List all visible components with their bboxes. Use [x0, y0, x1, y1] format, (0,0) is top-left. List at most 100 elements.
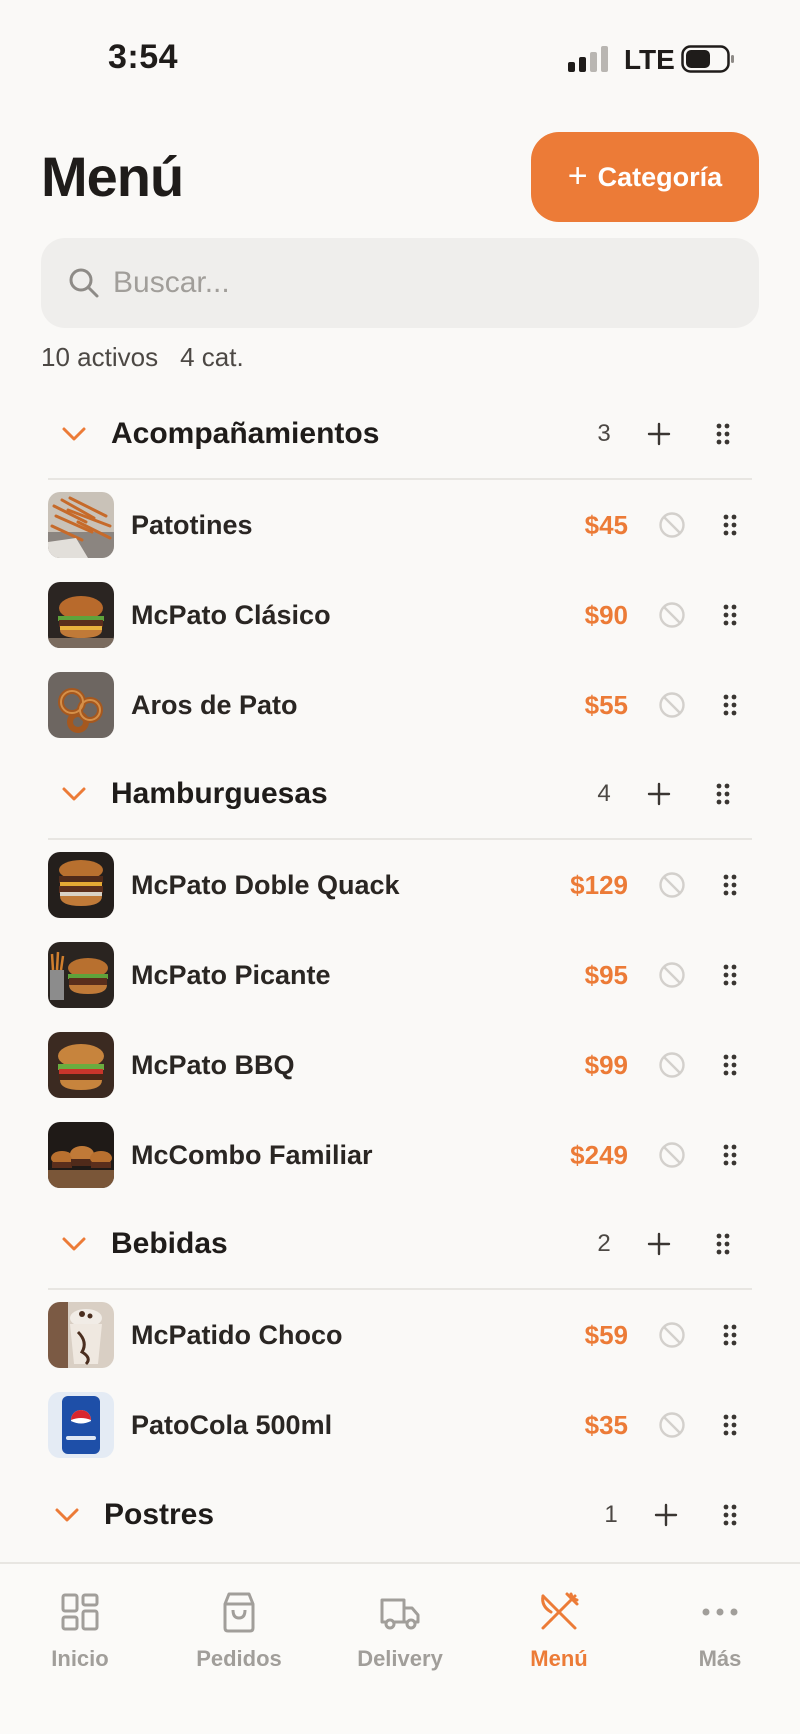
more-icon [702, 1608, 738, 1616]
active-count: 10 activos [41, 342, 159, 372]
category-item-count: 3 [597, 420, 611, 447]
add-item-button[interactable] [644, 1493, 688, 1537]
plus-icon [647, 422, 671, 446]
item-price: $129 [570, 869, 628, 900]
category-name[interactable]: Hamburguesas [111, 777, 589, 811]
tab-mas[interactable]: Más [650, 1590, 790, 1680]
chevron-down-icon[interactable] [54, 1502, 80, 1528]
grid-icon [61, 1593, 99, 1631]
category-header-acompanamientos: Acompañamientos 3 [48, 390, 752, 480]
add-category-label: Categoría [597, 161, 723, 192]
disable-item-icon[interactable] [650, 1133, 694, 1177]
menu-item-row[interactable]: McPatido Choco $59 [41, 1290, 759, 1380]
drag-handle-icon[interactable] [708, 683, 752, 727]
drag-handle-icon[interactable] [708, 1043, 752, 1087]
onion-rings-photo [48, 672, 114, 738]
truck-icon [380, 1598, 420, 1630]
tab-label: Inicio [51, 1646, 109, 1671]
menu-item-row[interactable]: Patotines $45 [41, 480, 759, 570]
category-name[interactable]: Postres [104, 1498, 596, 1532]
disable-item-icon[interactable] [650, 593, 694, 637]
add-item-button[interactable] [637, 772, 681, 816]
disable-item-icon[interactable] [650, 1403, 694, 1447]
drag-handle-icon[interactable] [708, 1403, 752, 1447]
item-name: McPato Clásico [131, 599, 331, 630]
category-item-count: 1 [604, 1501, 618, 1528]
category-count: 4 cat. [180, 342, 244, 372]
item-price: $90 [584, 599, 628, 630]
menu-summary: 10 activos 4 cat. [41, 342, 244, 373]
search-icon [69, 268, 99, 298]
bbq-burger-photo [48, 1032, 114, 1098]
search-input[interactable] [113, 238, 733, 328]
drag-handle-icon[interactable] [701, 412, 745, 456]
tab-inicio[interactable]: Inicio [10, 1590, 150, 1680]
drag-handle-icon[interactable] [708, 503, 752, 547]
signal-icon [568, 46, 610, 72]
chevron-down-icon[interactable] [61, 1231, 87, 1257]
disable-item-icon[interactable] [650, 953, 694, 997]
item-price: $35 [584, 1409, 628, 1440]
add-category-button[interactable]: + Categoría [531, 132, 759, 222]
tab-label: Menú [530, 1646, 588, 1671]
category-item-count: 2 [597, 1230, 611, 1257]
soda-can-photo [48, 1392, 114, 1458]
tab-delivery[interactable]: Delivery [330, 1590, 470, 1680]
menu-item-row[interactable]: McPato Clásico $90 [41, 570, 759, 660]
drag-handle-icon[interactable] [708, 863, 752, 907]
item-name: McPato Doble Quack [131, 869, 400, 900]
drag-handle-icon[interactable] [708, 1133, 752, 1177]
tab-label: Más [698, 1646, 742, 1671]
disable-item-icon[interactable] [650, 1043, 694, 1087]
family-combo-photo [48, 1122, 114, 1188]
tab-menu[interactable]: Menú [489, 1590, 629, 1680]
menu-item-row[interactable]: McCombo Familiar $249 [41, 1110, 759, 1200]
search-bar [41, 238, 759, 328]
disable-item-icon[interactable] [650, 1313, 694, 1357]
menu-list: Acompañamientos 3 Patotines $45 McPato C… [41, 390, 759, 1560]
item-price: $59 [584, 1319, 628, 1350]
category-header-hamburguesas: Hamburguesas 4 [48, 750, 752, 840]
menu-item-row[interactable]: PatoCola 500ml $35 [41, 1380, 759, 1470]
item-name: McPatido Choco [131, 1319, 343, 1350]
network-label: LTE [624, 44, 675, 75]
tab-pedidos[interactable]: Pedidos [169, 1590, 309, 1680]
chevron-down-icon[interactable] [61, 781, 87, 807]
item-name: McPato Picante [131, 959, 331, 990]
menu-item-row[interactable]: McPato BBQ $99 [41, 1020, 759, 1110]
drag-handle-icon[interactable] [708, 953, 752, 997]
drag-handle-icon[interactable] [708, 593, 752, 637]
drag-handle-icon[interactable] [708, 1493, 752, 1537]
add-item-button[interactable] [637, 412, 681, 456]
page-title: Menú [41, 145, 184, 208]
plus-icon [647, 782, 671, 806]
category-name[interactable]: Acompañamientos [111, 417, 589, 451]
tab-label: Pedidos [196, 1646, 282, 1671]
item-price: $55 [584, 689, 628, 720]
disable-item-icon[interactable] [650, 863, 694, 907]
plus-icon [654, 1503, 678, 1527]
milkshake-photo [48, 1302, 114, 1368]
category-name[interactable]: Bebidas [111, 1227, 589, 1261]
item-price: $99 [584, 1049, 628, 1080]
chevron-down-icon[interactable] [61, 421, 87, 447]
spicy-burger-photo [48, 942, 114, 1008]
item-name: McPato BBQ [131, 1049, 295, 1080]
add-item-button[interactable] [637, 1222, 681, 1266]
menu-item-row[interactable]: Aros de Pato $55 [41, 660, 759, 750]
menu-item-row[interactable]: McPato Doble Quack $129 [41, 840, 759, 930]
item-name: McCombo Familiar [131, 1139, 373, 1170]
category-item-count: 4 [597, 780, 611, 807]
drag-handle-icon[interactable] [708, 1313, 752, 1357]
plus-icon: + [567, 156, 588, 195]
drag-handle-icon[interactable] [701, 772, 745, 816]
item-price: $249 [570, 1139, 628, 1170]
status-time: 3:54 [108, 38, 179, 76]
fries-photo [48, 492, 114, 558]
menu-item-row[interactable]: McPato Picante $95 [41, 930, 759, 1020]
drag-handle-icon[interactable] [701, 1222, 745, 1266]
item-price: $95 [584, 959, 628, 990]
disable-item-icon[interactable] [650, 503, 694, 547]
disable-item-icon[interactable] [650, 683, 694, 727]
burger-photo [48, 582, 114, 648]
